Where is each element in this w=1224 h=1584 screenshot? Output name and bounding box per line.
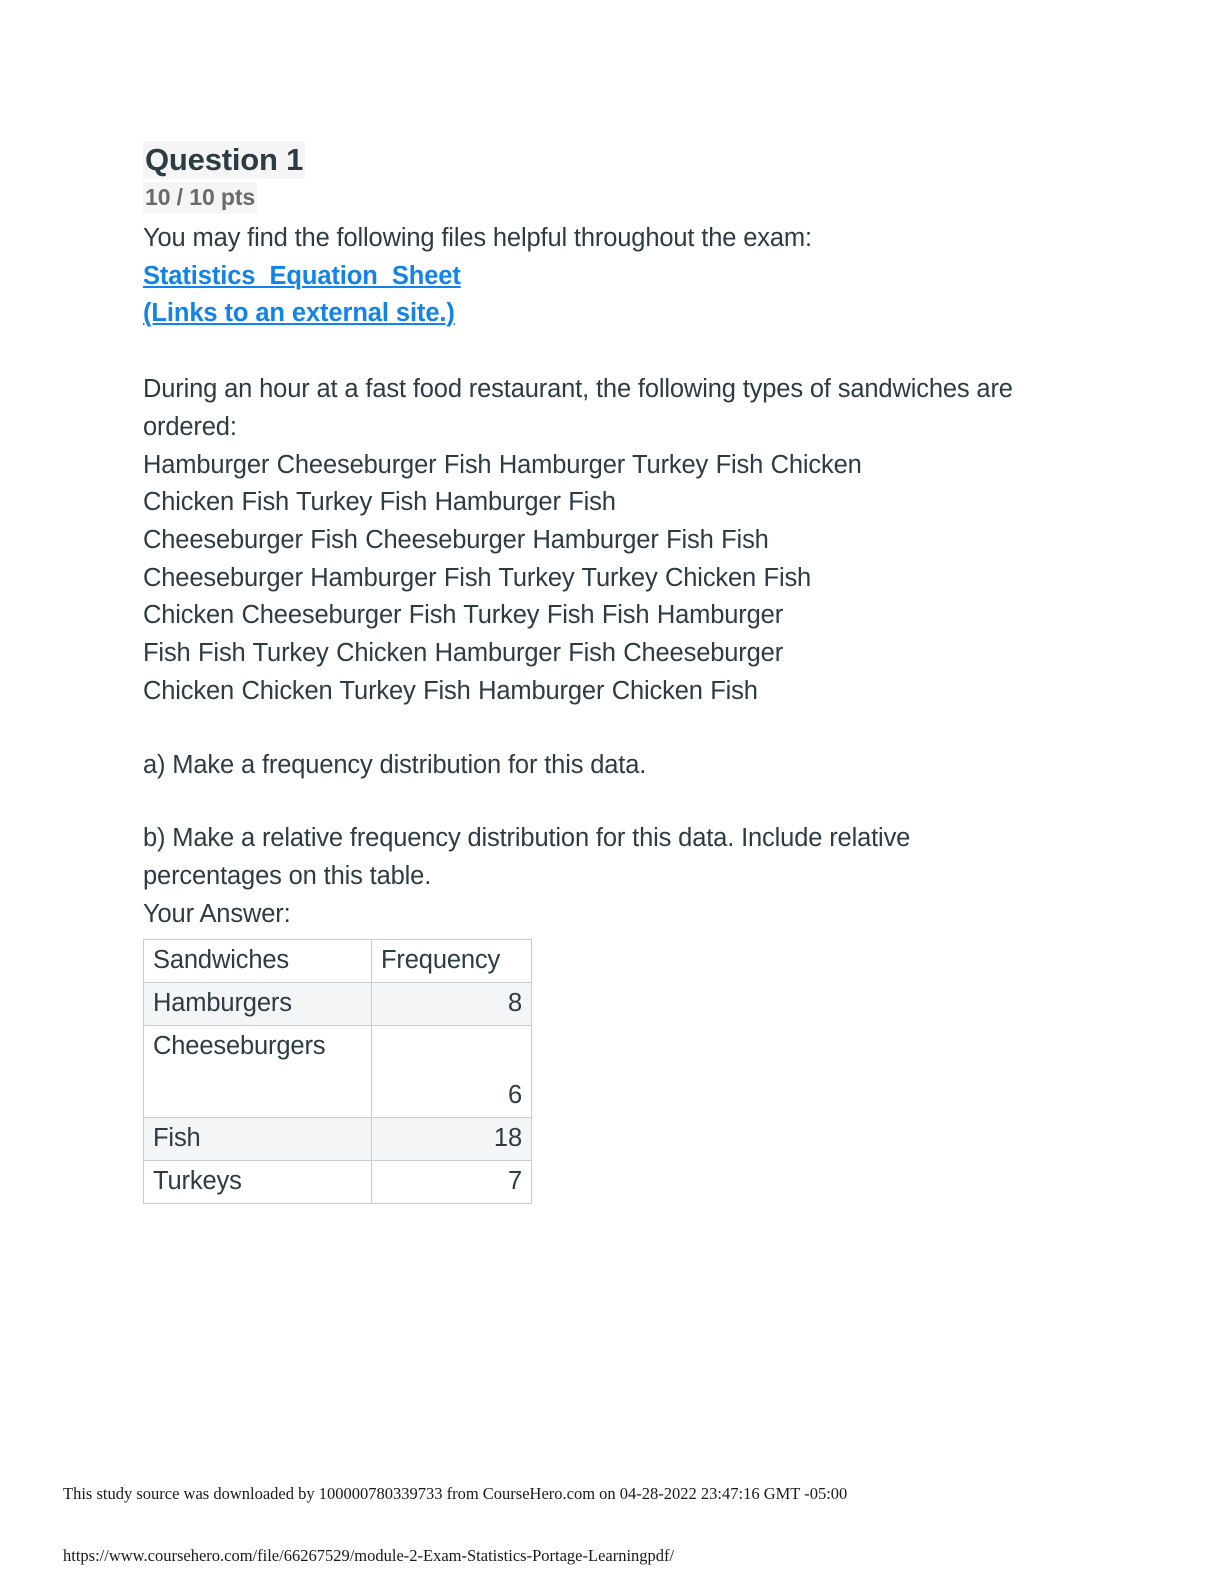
frequency-value: 7 [371, 1160, 532, 1205]
table-row: Cheeseburgers 6 [143, 1024, 532, 1118]
frequency-value: 6 [371, 1024, 532, 1118]
question-content: Question 1 10 / 10 pts You may find the … [143, 141, 1063, 1205]
data-line: Hamburger Cheeseburger Fish Hamburger Tu… [143, 450, 862, 479]
sandwich-label: Hamburgers [143, 981, 372, 1026]
table-row: Turkeys 7 [143, 1160, 532, 1205]
points-badge: 10 / 10 pts [143, 181, 258, 213]
sandwich-label: Cheeseburgers [143, 1024, 372, 1118]
table-row: Fish 18 [143, 1116, 532, 1162]
part-b-prompt: b) Make a relative frequency distributio… [143, 824, 911, 891]
data-line: Chicken Cheeseburger Fish Turkey Fish Fi… [143, 601, 784, 630]
scenario-text: During an hour at a fast food restaurant… [143, 375, 1013, 441]
data-line: Chicken Chicken Turkey Fish Hamburger Ch… [143, 676, 758, 705]
document-page: Question 1 10 / 10 pts You may find the … [0, 0, 1224, 1584]
data-line: Cheeseburger Hamburger Fish Turkey Turke… [143, 563, 812, 592]
part-a-prompt: a) Make a frequency distribution for thi… [143, 750, 647, 779]
frequency-value: 8 [371, 981, 532, 1026]
frequency-value: 18 [371, 1116, 532, 1162]
data-line: Chicken Fish Turkey Fish Hamburger Fish [143, 488, 616, 517]
page-title: Question 1 [143, 141, 306, 179]
sandwich-label: Fish [143, 1116, 372, 1162]
sandwich-label: Turkeys [143, 1160, 372, 1205]
question-title-row: Question 1 [143, 141, 1063, 179]
download-source-note: This study source was downloaded by 1000… [63, 1484, 848, 1503]
files-helpful-note: You may find the following files helpful… [143, 223, 812, 252]
column-header-frequency: Frequency [371, 938, 532, 983]
data-line: Fish Fish Turkey Chicken Hamburger Fish … [143, 639, 784, 668]
question-points-row: 10 / 10 pts [143, 181, 1063, 215]
source-url: https://www.coursehero.com/file/66267529… [63, 1546, 675, 1565]
statistics-equation-sheet-link[interactable]: Statistics_Equation_Sheet [143, 258, 461, 296]
external-site-link[interactable]: (Links to an external site.) [143, 295, 455, 333]
table-header-row: Sandwiches Frequency [143, 938, 532, 983]
your-answer-label: Your Answer: [143, 899, 291, 928]
column-header-sandwiches: Sandwiches [143, 938, 372, 983]
frequency-distribution-table: Sandwiches Frequency Hamburgers 8 Cheese… [143, 938, 532, 1205]
table-row: Hamburgers 8 [143, 981, 532, 1026]
data-line: Cheeseburger Fish Cheeseburger Hamburger… [143, 526, 769, 554]
